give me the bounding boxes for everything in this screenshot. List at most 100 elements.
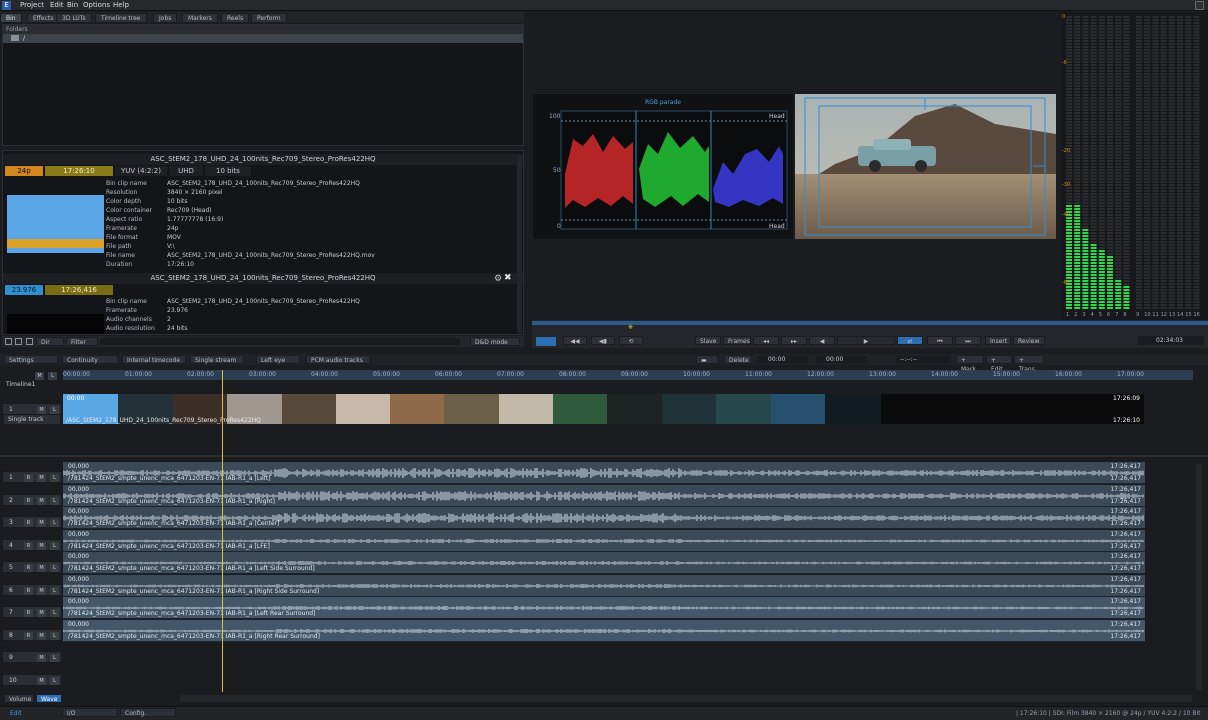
audio-track-mute[interactable]: M xyxy=(37,496,46,505)
timeline-horizontal-scrollbar[interactable] xyxy=(180,695,1192,702)
timeline-playhead[interactable] xyxy=(222,370,223,692)
goto-start-button[interactable]: ⏮ xyxy=(927,336,953,345)
clip2-thumbnail[interactable] xyxy=(7,314,104,334)
audio-track-mute[interactable]: M xyxy=(37,676,46,685)
config-tab[interactable]: Config. xyxy=(120,708,176,717)
audio-track-lock[interactable]: L xyxy=(50,496,59,505)
play-reverse-button[interactable]: ◀ xyxy=(809,336,835,345)
tab-reels[interactable]: Reels xyxy=(221,13,250,23)
audio-clip[interactable]: 00,000/781424_StEM2_smpte_unenc_mca_6471… xyxy=(63,574,1145,597)
tab-bin[interactable]: Bin xyxy=(0,13,22,23)
loop-button[interactable]: ⟲ xyxy=(619,336,643,345)
audio-track-lock[interactable]: L xyxy=(50,564,59,572)
tab-markers[interactable]: Markers xyxy=(182,13,218,23)
tab-perform[interactable]: Perform xyxy=(251,13,287,23)
audio-track-record[interactable]: R xyxy=(24,609,33,617)
audio-track-mute[interactable]: M xyxy=(37,564,46,572)
audio-track-mute[interactable]: M xyxy=(37,474,46,482)
play-button[interactable]: ▶ xyxy=(837,336,895,345)
video-preview[interactable] xyxy=(795,94,1056,239)
add-mark-button[interactable]: + Mark xyxy=(956,355,984,373)
tab-effects[interactable]: Effects xyxy=(27,13,60,23)
audio-track-record[interactable]: R xyxy=(24,519,33,527)
continuity-dropdown[interactable]: Continuity xyxy=(62,355,118,364)
mark-out-timecode[interactable]: 00:00 xyxy=(816,356,866,363)
audio-clip[interactable]: 00,000/781424_StEM2_smpte_unenc_mca_6471… xyxy=(63,529,1145,552)
grid-view-icon[interactable] xyxy=(15,338,22,345)
clip1-thumbnail[interactable] xyxy=(7,195,104,253)
filter-dropdown[interactable]: Filter xyxy=(66,337,98,346)
audio-track-mute[interactable]: M xyxy=(37,519,46,527)
audio-track-record[interactable]: R xyxy=(24,541,33,550)
delete-button[interactable]: Delete xyxy=(724,355,752,364)
dir-button[interactable]: Dir xyxy=(36,337,64,346)
audio-clip[interactable]: 00,000/781424_StEM2_smpte_unenc_mca_6471… xyxy=(63,507,1145,529)
audio-track-lock[interactable]: L xyxy=(50,474,59,482)
folder-root[interactable]: / xyxy=(3,34,523,43)
audio-track-mute[interactable]: M xyxy=(37,541,46,550)
loop-mode-button[interactable]: ⇄ xyxy=(897,336,923,345)
list-view-icon[interactable] xyxy=(5,338,12,345)
mark-in-timecode[interactable]: 00:00 xyxy=(758,356,808,363)
close-window-icon[interactable] xyxy=(1195,1,1204,10)
audio-track-record[interactable]: R xyxy=(24,474,33,482)
audio-track-record[interactable]: R xyxy=(24,564,33,572)
close-icon[interactable]: ✖ xyxy=(504,273,512,283)
audio-track-record[interactable]: R xyxy=(24,586,33,595)
audio-track-mute[interactable]: M xyxy=(37,631,46,640)
audio-clip[interactable]: 00,000/781424_StEM2_smpte_unenc_mca_6471… xyxy=(63,619,1145,642)
audio-track-lock[interactable]: L xyxy=(50,541,59,550)
slave-button[interactable]: Slave xyxy=(695,336,721,345)
audio-track-lock[interactable]: L xyxy=(50,654,59,662)
audio-track-lock[interactable]: L xyxy=(50,631,59,640)
single-stream-dropdown[interactable]: Single stream xyxy=(190,355,244,364)
duration-field[interactable]: --:--:-- xyxy=(896,356,950,363)
menu-options[interactable]: Options xyxy=(83,1,110,9)
audio-clip[interactable]: 00,000/781424_StEM2_smpte_unenc_mca_6471… xyxy=(63,484,1145,507)
menu-bin[interactable]: Bin xyxy=(67,1,78,9)
audio-clip[interactable]: 00,000/781424_StEM2_smpte_unenc_mca_6471… xyxy=(63,597,1145,619)
bin-search-input[interactable] xyxy=(100,338,460,345)
audio-track-record[interactable]: R xyxy=(24,631,33,640)
add-trans-button[interactable]: + Trans xyxy=(1014,355,1044,373)
audio-track-lock[interactable]: L xyxy=(50,676,59,685)
timeline-lock-button[interactable]: L xyxy=(48,372,57,380)
toggle-icon[interactable]: ▬ xyxy=(696,355,718,364)
timeline-mute-button[interactable]: M xyxy=(35,372,44,380)
add-edit-button[interactable]: + Edit xyxy=(986,355,1012,373)
goto-end-button[interactable]: ⏭ xyxy=(955,336,981,345)
internal-timecode-dropdown[interactable]: Internal timecode xyxy=(122,355,186,364)
review-button[interactable]: Review xyxy=(1013,336,1045,345)
insert-button[interactable]: Insert xyxy=(985,336,1011,345)
playhead-marker-icon[interactable]: ⌖ xyxy=(628,323,633,333)
viewer-scrub-bar[interactable] xyxy=(532,321,1208,325)
frames-button[interactable]: Frames xyxy=(723,336,751,345)
menu-help[interactable]: Help xyxy=(113,1,129,9)
wave-tab[interactable]: Wave xyxy=(36,694,62,703)
timeline-vertical-scrollbar[interactable] xyxy=(1196,464,1202,690)
audio-track-mute[interactable]: M xyxy=(37,654,46,662)
pcm-audio-dropdown[interactable]: PCM audio tracks xyxy=(306,355,370,364)
tab-3d-luts[interactable]: 3D LUTs xyxy=(56,13,92,23)
settings-dropdown[interactable]: Settings xyxy=(4,355,58,364)
audio-track-mute[interactable]: M xyxy=(37,609,46,617)
audio-track-lock[interactable]: L xyxy=(50,519,59,527)
io-tab[interactable]: I/O xyxy=(62,708,118,717)
viewer-mode-icon[interactable] xyxy=(536,337,556,346)
dnd-mode-dropdown[interactable]: D&D mode xyxy=(470,337,520,346)
menu-edit[interactable]: Edit xyxy=(50,1,64,9)
gear-icon[interactable]: ⚙ xyxy=(494,274,502,284)
thumbnail-view-icon[interactable] xyxy=(26,338,33,345)
rewind-button[interactable]: ◀◀ xyxy=(563,336,587,345)
audio-track-lock[interactable]: L xyxy=(50,609,59,617)
audio-track-lock[interactable]: L xyxy=(50,586,59,595)
video-track[interactable]: 00:00 /ASC_StEM2_178_UHD_24_100nits_Rec7… xyxy=(0,392,1200,428)
prev-frame-button[interactable]: ◂◂ xyxy=(753,336,779,345)
menu-project[interactable]: Project xyxy=(20,1,44,9)
step-back-button[interactable]: ◀▮ xyxy=(591,336,615,345)
tab-jobs[interactable]: Jobs xyxy=(153,13,178,23)
tab-timeline-tree[interactable]: Timeline tree xyxy=(95,13,147,23)
audio-clip[interactable]: 00,000/781424_StEM2_smpte_unenc_mca_6471… xyxy=(63,462,1145,484)
volume-tab[interactable]: Volume xyxy=(4,694,34,703)
audio-track-mute[interactable]: M xyxy=(37,586,46,595)
